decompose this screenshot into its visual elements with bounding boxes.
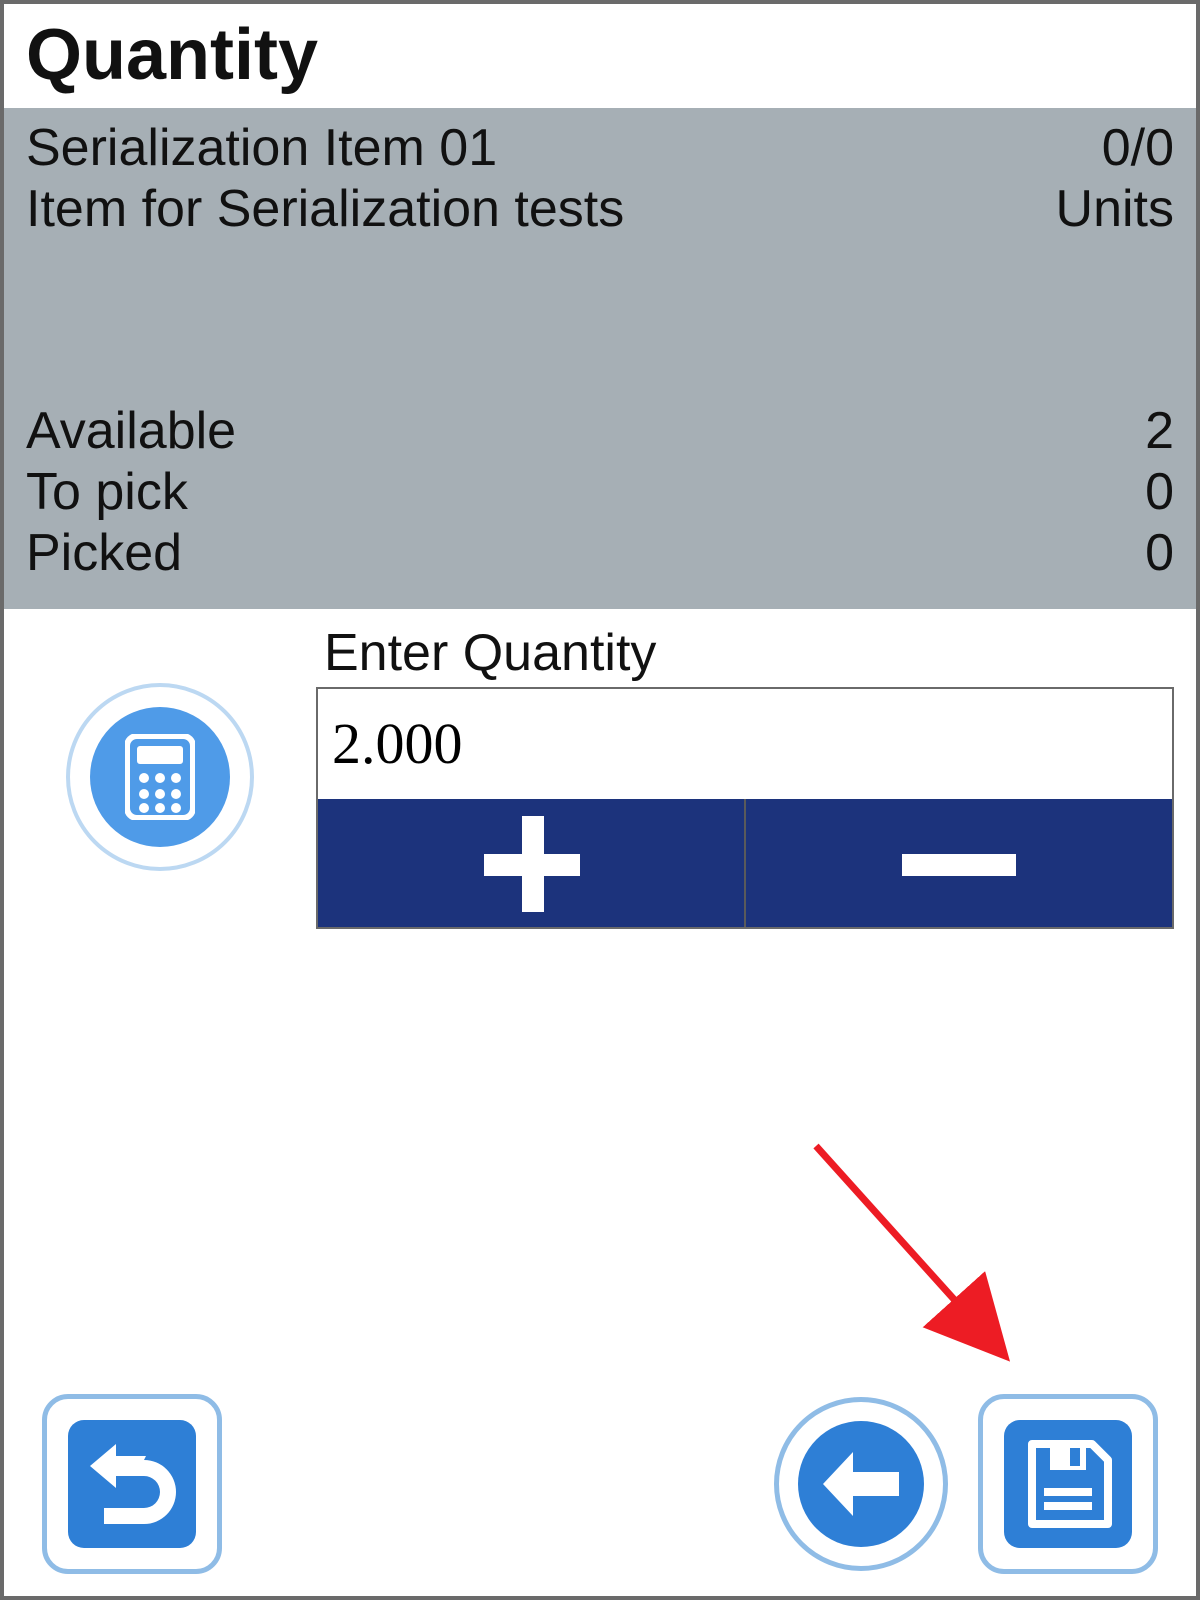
annotation-arrow: [786, 1126, 1046, 1386]
picked-row: Picked 0: [26, 523, 1174, 584]
page-title: Quantity: [26, 14, 1174, 96]
calculator-button[interactable]: [66, 683, 254, 871]
increment-button[interactable]: [318, 799, 744, 927]
picked-label: Picked: [26, 523, 182, 584]
quantity-stepper: [318, 799, 1172, 927]
item-info-panel: Serialization Item 01 0/0 Item for Seria…: [4, 108, 1196, 609]
quantity-screen: Quantity Serialization Item 01 0/0 Item …: [0, 0, 1200, 1600]
quantity-input[interactable]: [318, 689, 1172, 799]
available-value: 2: [1145, 401, 1174, 462]
calculator-button-area: [4, 623, 316, 871]
to-pick-label: To pick: [26, 462, 188, 523]
picked-value: 0: [1145, 523, 1174, 584]
item-desc-row: Item for Serialization tests Units: [26, 179, 1174, 240]
item-description: Item for Serialization tests: [26, 179, 624, 240]
undo-icon: [68, 1420, 196, 1548]
decrement-button[interactable]: [744, 799, 1172, 927]
available-label: Available: [26, 401, 236, 462]
back-button[interactable]: [774, 1397, 948, 1571]
item-uom: Units: [1056, 179, 1174, 240]
to-pick-row: To pick 0: [26, 462, 1174, 523]
plus-icon: [476, 808, 586, 918]
enter-quantity-label: Enter Quantity: [316, 623, 1174, 683]
to-pick-value: 0: [1145, 462, 1174, 523]
minus-icon: [894, 808, 1024, 918]
quantity-box: [316, 687, 1174, 929]
save-floppy-icon: [1004, 1420, 1132, 1548]
entry-area: Enter Quantity: [4, 609, 1196, 929]
bottom-right-group: [774, 1394, 1158, 1574]
entry-controls: Enter Quantity: [316, 623, 1196, 929]
available-row: Available 2: [26, 401, 1174, 462]
bottom-toolbar: [4, 1394, 1196, 1574]
undo-button[interactable]: [42, 1394, 222, 1574]
arrow-left-icon: [798, 1421, 924, 1547]
save-button[interactable]: [978, 1394, 1158, 1574]
spacer: [26, 241, 1174, 401]
item-name: Serialization Item 01: [26, 118, 497, 179]
item-name-row: Serialization Item 01 0/0: [26, 118, 1174, 179]
header: Quantity: [4, 4, 1196, 108]
item-progress: 0/0: [1102, 118, 1174, 179]
calculator-icon: [90, 707, 230, 847]
